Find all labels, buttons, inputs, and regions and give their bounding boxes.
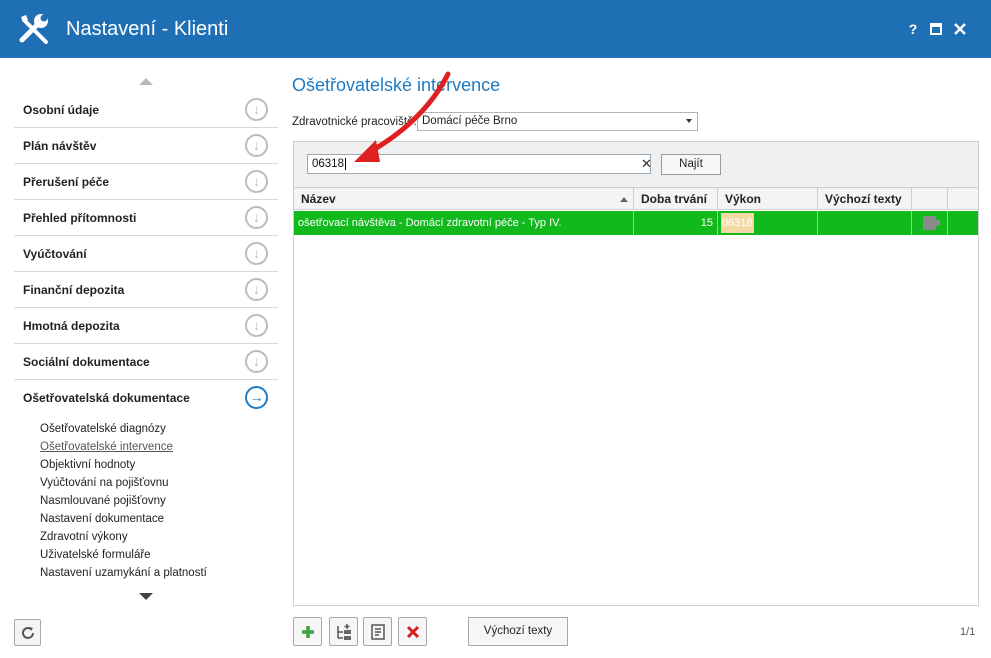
edit-button[interactable] [363,617,392,646]
document-edit-icon[interactable] [923,216,940,230]
close-icon [954,23,966,35]
add-button[interactable] [293,617,322,646]
arrow-down-circle-icon[interactable]: ↓ [245,98,268,121]
arrow-right-circle-icon[interactable]: → [245,386,268,409]
sidebar-item-label: Osobní údaje [23,103,100,117]
workplace-select-value: Domácí péče Brno [422,115,518,127]
column-header-default-texts[interactable]: Výchozí texty [818,188,912,210]
search-button[interactable]: Najít [661,154,721,175]
subitem-vyuctovani-na-pojistovnu[interactable]: Vyúčtování na pojišťovnu [40,474,270,492]
sidebar: Osobní údaje ↓ Plán návštěv ↓ Přerušení … [14,70,278,610]
clear-search-icon[interactable]: ✕ [641,156,652,172]
subitem-objektivni-hodnoty[interactable]: Objektivní hodnoty [40,456,270,474]
sidebar-item-label: Přerušení péče [23,175,110,189]
cell-action[interactable] [912,211,948,235]
sidebar-item-label: Hmotná depozita [23,319,120,333]
maximize-icon [930,23,942,35]
sidebar-item-osobni-udaje[interactable]: Osobní údaje ↓ [14,92,278,128]
subitem-nastaveni-dokumentace[interactable]: Nastavení dokumentace [40,510,270,528]
workplace-select[interactable]: Domácí péče Brno [417,112,698,131]
search-input-value: 06318 [312,158,344,170]
sidebar-item-label: Sociální dokumentace [23,355,150,369]
table-row[interactable]: ošetřovací návštěva - Domácí zdravotní p… [294,211,978,235]
cell-code: 06318 [718,211,818,235]
sidebar-item-plan-navstev[interactable]: Plán návštěv ↓ [14,128,278,164]
sidebar-item-financni-depozita[interactable]: Finanční depozita ↓ [14,272,278,308]
window-title: Nastavení - Klienti [66,18,229,40]
subitem-uzivatelske-formulare[interactable]: Uživatelské formuláře [40,546,270,564]
sidebar-item-prehled-pritomnosti[interactable]: Přehled přítomnosti ↓ [14,200,278,236]
scroll-down-icon[interactable] [139,593,153,600]
sidebar-nav: Osobní údaje ↓ Plán návštěv ↓ Přerušení … [14,92,278,416]
page-title: Ošetřovatelské intervence [292,75,501,95]
maximize-button[interactable] [927,20,945,38]
arrow-down-circle-icon[interactable]: ↓ [245,278,268,301]
sidebar-item-label: Plán návštěv [23,139,97,153]
arrow-down-circle-icon[interactable]: ↓ [245,314,268,337]
interventions-grid: 06318 ✕ Najít Název Doba trvání Výkon Vý… [293,141,979,606]
cell-duration: 15 [634,211,718,235]
sidebar-item-label: Ošetřovatelská dokumentace [23,391,190,405]
column-header-icon [912,188,948,210]
sort-ascending-icon [620,197,628,202]
cell-name: ošetřovací návštěva - Domácí zdravotní p… [294,211,634,235]
column-header-label: Název [301,192,336,206]
subitem-osetrovatelske-diagnozy[interactable]: Ošetřovatelské diagnózy [40,420,270,438]
column-header-code[interactable]: Výkon [718,188,818,210]
search-bar: 06318 ✕ Najít [294,142,978,188]
arrow-down-circle-icon[interactable]: ↓ [245,350,268,373]
subitem-nastaveni-uzamykani[interactable]: Nastavení uzamykání a platností [40,564,270,582]
tree-add-icon [336,624,351,640]
wrench-screwdriver-icon [19,14,48,44]
table-header: Název Doba trvání Výkon Výchozí texty [294,188,978,210]
column-header-duration[interactable]: Doba trvání [634,188,718,210]
arrow-down-circle-icon[interactable]: ↓ [245,134,268,157]
sidebar-item-preruseni-pece[interactable]: Přerušení péče ↓ [14,164,278,200]
sidebar-item-vyuctovani[interactable]: Vyúčtování ↓ [14,236,278,272]
subitem-zdravotni-vykony[interactable]: Zdravotní výkony [40,528,270,546]
title-bar: Nastavení - Klienti ? [0,0,991,58]
arrow-down-circle-icon[interactable]: ↓ [245,242,268,265]
subitem-nasmlouvane-pojistovny[interactable]: Nasmlouvané pojišťovny [40,492,270,510]
cell-default-texts [818,211,912,235]
search-highlight: 06318 [721,213,754,233]
sidebar-sublist: Ošetřovatelské diagnózy Ošetřovatelské i… [40,420,270,582]
delete-icon [406,625,419,639]
pager: 1/1 [960,626,976,638]
close-button[interactable] [951,20,969,38]
scroll-up-icon[interactable] [139,78,153,85]
sidebar-item-label: Finanční depozita [23,283,125,297]
column-header-name[interactable]: Název [294,188,634,210]
add-subitem-button[interactable] [329,617,358,646]
edit-document-icon [370,624,385,640]
plus-icon [301,626,314,638]
arrow-down-circle-icon[interactable]: ↓ [245,170,268,193]
sidebar-item-hmotna-depozita[interactable]: Hmotná depozita ↓ [14,308,278,344]
workplace-label: Zdravotnické pracoviště: [292,116,417,128]
arrow-down-circle-icon[interactable]: ↓ [245,206,268,229]
sidebar-item-osetrovatelska-dokumentace[interactable]: Ošetřovatelská dokumentace → [14,380,278,416]
refresh-icon [21,627,34,639]
sidebar-item-socialni-dokumentace[interactable]: Sociální dokumentace ↓ [14,344,278,380]
sidebar-item-label: Vyúčtování [23,247,87,261]
search-input[interactable]: 06318 [307,154,651,174]
chevron-down-icon [686,119,692,123]
delete-button[interactable] [398,617,427,646]
default-texts-button[interactable]: Výchozí texty [468,617,568,646]
help-button[interactable]: ? [904,20,922,38]
subitem-osetrovatelske-intervence[interactable]: Ošetřovatelské intervence [40,438,270,456]
sidebar-item-label: Přehled přítomnosti [23,211,137,225]
refresh-button[interactable] [14,619,41,646]
